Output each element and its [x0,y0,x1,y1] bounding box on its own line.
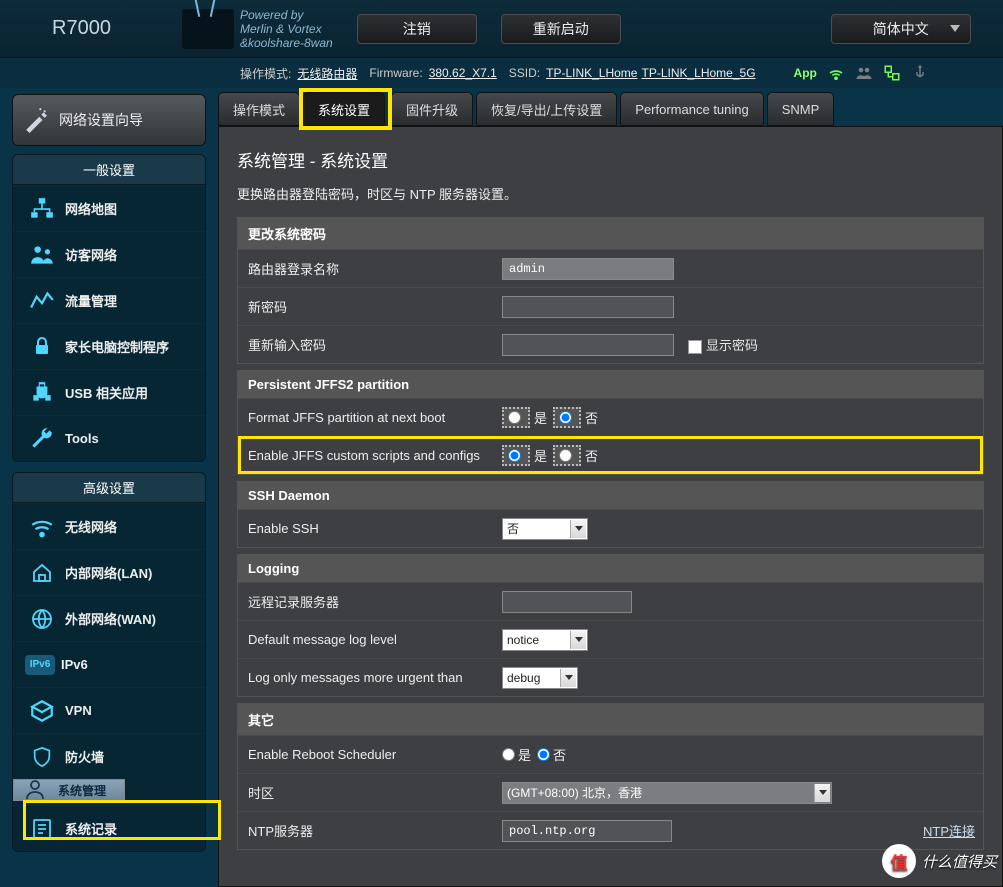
section-logging: Logging 远程记录服务器 Default message log leve… [237,554,984,697]
nav-syslog[interactable]: 系统记录 [13,805,205,851]
clients-icon[interactable] [855,64,873,82]
language-label: 简体中文 [873,19,929,39]
panel-advanced-header: 高级设置 [13,473,205,503]
watermark-badge-icon: 值 [882,844,916,878]
log-urgent-select[interactable]: debug [502,667,578,689]
section-jffs: Persistent JFFS2 partition Format JFFS p… [237,370,984,475]
nav-wan[interactable]: 外部网络(WAN) [13,595,205,641]
page-desc: 更换路由器登陆密码，时区与 NTP 服务器设置。 [237,182,984,217]
nav-firewall[interactable]: 防火墙 [13,733,205,779]
format-no-radio[interactable] [559,411,572,424]
nav-vpn[interactable]: VPN [13,687,205,733]
logout-button[interactable]: 注销 [357,14,477,44]
router-illustration [182,9,234,49]
wifi-icon[interactable] [827,64,845,82]
status-bar: 操作模式:无线路由器 Firmware:380.62_X7.1 SSID: TP… [0,58,1003,88]
ssid-5g-link[interactable]: TP-LINK_LHome_5G [641,66,755,80]
chevron-down-icon [560,669,576,687]
nav-tools[interactable]: Tools [13,415,205,461]
jffs-scripts-no-radio[interactable] [559,449,572,462]
nav-ipv6[interactable]: IPv6IPv6 [13,641,205,687]
panel-general-header: 一般设置 [13,155,205,185]
jffs-scripts-row: Enable JFFS custom scripts and configs 是… [238,436,983,474]
format-yes-radio[interactable] [508,411,521,424]
tab-op-mode[interactable]: 操作模式 [218,92,300,126]
nav-parental[interactable]: 家长电脑控制程序 [13,323,205,369]
reboot-yes-radio[interactable] [502,748,515,761]
chevron-down-icon [570,520,586,538]
retype-password-field[interactable] [502,334,674,356]
tabs: 操作模式 系统设置 固件升级 恢复/导出/上传设置 Performance tu… [218,92,1003,126]
app-link[interactable]: App [794,66,817,80]
language-select[interactable]: 简体中文 [831,14,971,44]
watermark: 值 什么值得买 [882,844,997,878]
reboot-button[interactable]: 重新启动 [501,14,621,44]
ntp-server-field[interactable] [502,820,672,842]
nav-administration[interactable]: 系统管理 [13,779,125,801]
tab-system-settings[interactable]: 系统设置 [303,92,385,126]
reboot-no-radio[interactable] [537,748,550,761]
nav-network-map[interactable]: 网络地图 [13,185,205,231]
ssid-2g-link[interactable]: TP-LINK_LHome [546,66,637,80]
nav-guest-network[interactable]: 访客网络 [13,231,205,277]
ntp-link[interactable]: NTP连接 [923,821,975,840]
section-misc: 其它 Enable Reboot Scheduler 是 否 时区 (GMT+0… [237,703,984,850]
timezone-select[interactable]: (GMT+08:00) 北京，香港 [502,782,832,804]
nav-traffic[interactable]: 流量管理 [13,277,205,323]
tab-restore[interactable]: 恢复/导出/上传设置 [476,92,617,126]
firmware-link[interactable]: 380.62_X7.1 [429,66,497,80]
wizard-button[interactable]: 网络设置向导 [12,94,206,146]
show-password-checkbox[interactable] [688,340,702,354]
tab-snmp[interactable]: SNMP [767,92,835,126]
log-level-select[interactable]: notice [502,629,588,651]
section-ssh: SSH Daemon Enable SSH 否 [237,481,984,548]
enable-ssh-select[interactable]: 否 [502,518,588,540]
op-mode-link[interactable]: 无线路由器 [297,65,357,82]
login-name-field[interactable] [502,258,674,280]
chevron-down-icon [570,631,586,649]
new-password-field[interactable] [502,296,674,318]
jffs-scripts-yes-radio[interactable] [508,449,521,462]
powered-by: Powered by Merlin & Vortex &koolshare-8w… [240,8,333,50]
network-icon[interactable] [883,64,901,82]
nav-usb[interactable]: USB 相关应用 [13,369,205,415]
chevron-down-icon [950,25,960,32]
page-title: 系统管理 - 系统设置 [237,143,984,182]
tab-firmware[interactable]: 固件升级 [391,92,473,126]
nav-wireless[interactable]: 无线网络 [13,503,205,549]
remote-log-server-field[interactable] [502,591,632,613]
tab-perf-tuning[interactable]: Performance tuning [620,92,763,126]
usb-icon[interactable] [911,64,929,82]
brand: R7000 [22,17,182,40]
chevron-down-icon [814,784,830,802]
section-password: 更改系统密码 路由器登录名称 新密码 重新输入密码 显示密码 [237,217,984,364]
nav-lan[interactable]: 内部网络(LAN) [13,549,205,595]
